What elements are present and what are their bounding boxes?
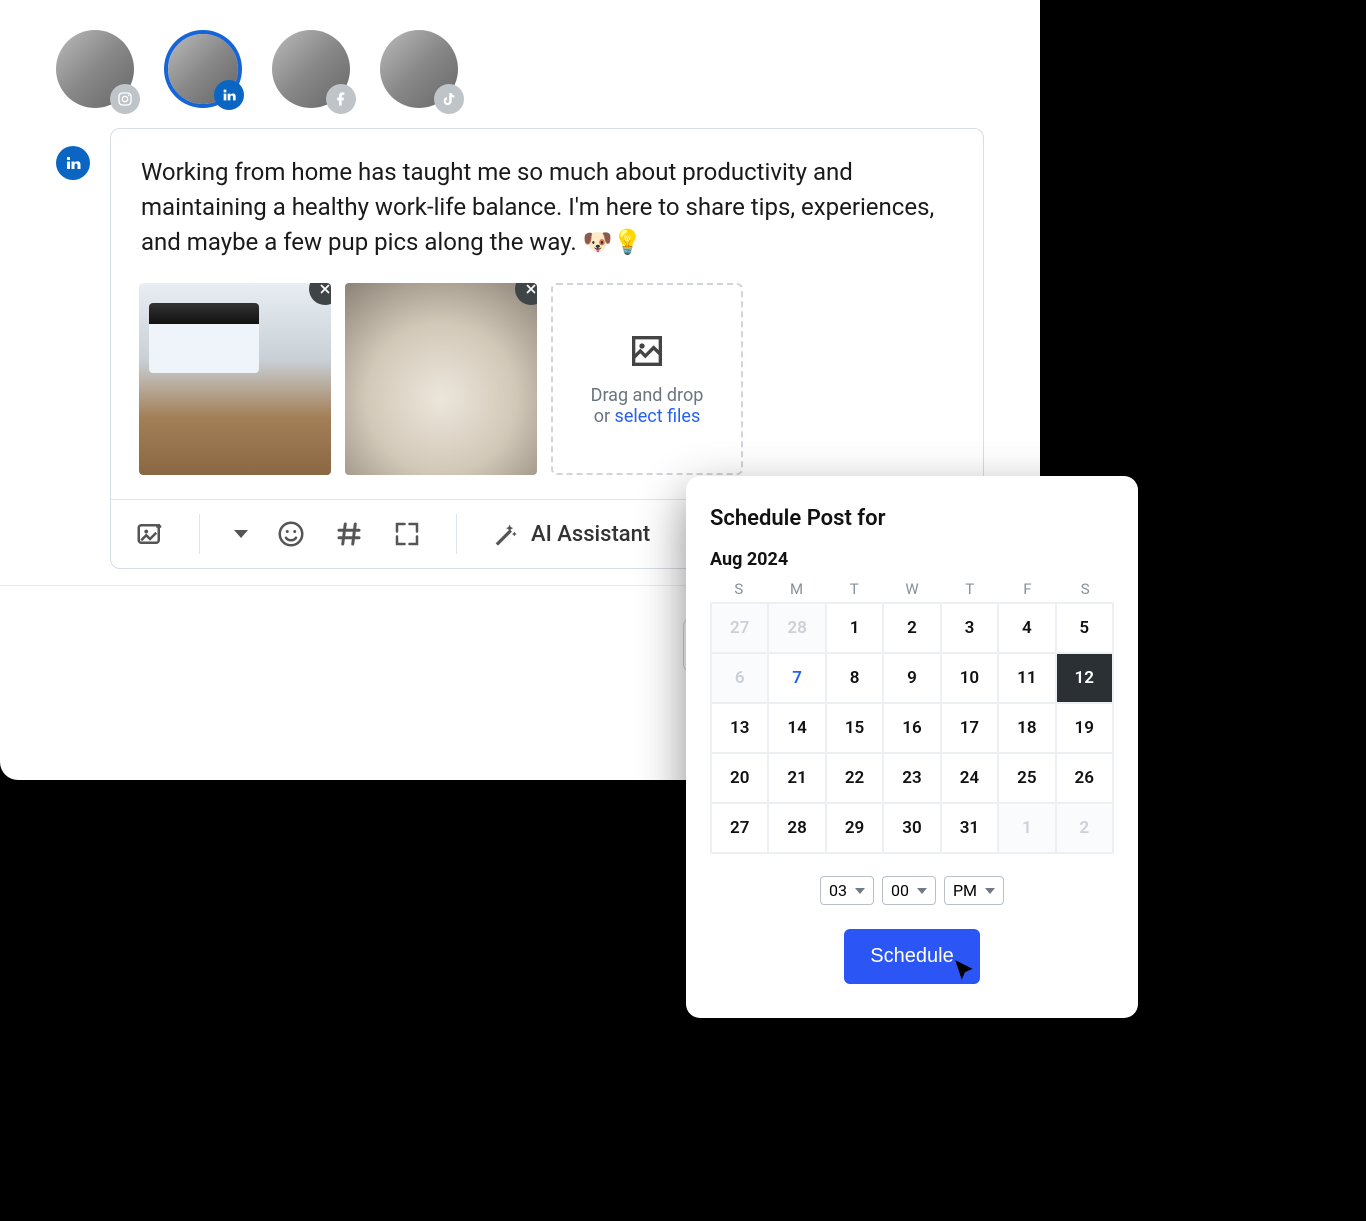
hashtag-button[interactable] <box>334 519 364 549</box>
time-picker: 03 00 PM <box>710 876 1114 905</box>
calendar-day[interactable]: 15 <box>826 703 883 753</box>
canva-button[interactable] <box>392 519 422 549</box>
calendar-day[interactable]: 30 <box>883 803 940 853</box>
weekday-label: S <box>1056 580 1114 598</box>
account-tiktok[interactable] <box>380 30 458 108</box>
calendar-day[interactable]: 24 <box>941 753 998 803</box>
minute-select[interactable]: 00 <box>882 876 936 905</box>
calendar-day: 28 <box>768 603 825 653</box>
chevron-down-icon <box>234 530 248 538</box>
calendar-day[interactable]: 7 <box>768 653 825 703</box>
emoji-button[interactable] <box>276 519 306 549</box>
image-icon <box>627 331 667 371</box>
ai-assistant-label: AI Assistant <box>531 522 650 547</box>
calendar-day[interactable]: 17 <box>941 703 998 753</box>
linkedin-icon <box>64 154 82 172</box>
weekday-label: W <box>883 580 941 598</box>
calendar-day[interactable]: 2 <box>883 603 940 653</box>
schedule-button[interactable]: Schedule <box>844 929 979 984</box>
calendar-day[interactable]: 16 <box>883 703 940 753</box>
calendar-day[interactable]: 9 <box>883 653 940 703</box>
hashtag-icon <box>334 519 364 549</box>
active-channel-chip <box>56 146 90 180</box>
close-icon <box>524 283 537 296</box>
post-textarea[interactable]: Working from home has taught me so much … <box>111 129 983 275</box>
calendar-day[interactable]: 21 <box>768 753 825 803</box>
divider <box>199 514 200 554</box>
hour-select[interactable]: 03 <box>820 876 874 905</box>
account-facebook[interactable] <box>272 30 350 108</box>
chevron-down-icon <box>985 888 995 894</box>
select-files-link[interactable]: select files <box>615 406 701 427</box>
linkedin-icon <box>214 80 244 110</box>
accounts-row <box>0 0 1040 128</box>
expand-icon <box>392 519 422 549</box>
calendar-day[interactable]: 8 <box>826 653 883 703</box>
divider <box>456 514 457 554</box>
calendar-day[interactable]: 26 <box>1056 753 1113 803</box>
attachment-2[interactable] <box>345 283 537 475</box>
attachments-row: Drag and drop or select files <box>111 275 983 499</box>
attachment-image <box>139 283 331 475</box>
schedule-popup: Schedule Post for Aug 2024 SMTWTFS 27281… <box>686 476 1138 1018</box>
calendar-day[interactable]: 4 <box>998 603 1055 653</box>
ai-assistant-button[interactable]: AI Assistant <box>491 520 650 548</box>
instagram-icon <box>110 84 140 114</box>
facebook-icon <box>326 84 356 114</box>
weekday-label: M <box>768 580 826 598</box>
attachment-image <box>345 283 537 475</box>
magic-wand-icon <box>491 520 519 548</box>
add-media-button[interactable] <box>135 519 165 549</box>
calendar-day[interactable]: 11 <box>998 653 1055 703</box>
calendar-day[interactable]: 10 <box>941 653 998 703</box>
calendar-day[interactable]: 5 <box>1056 603 1113 653</box>
calendar-day: 27 <box>711 603 768 653</box>
dropzone-text2: or select files <box>594 406 701 427</box>
media-dropzone[interactable]: Drag and drop or select files <box>551 283 743 475</box>
emoji-icon <box>276 519 306 549</box>
account-linkedin[interactable] <box>164 30 242 108</box>
calendar-day[interactable]: 20 <box>711 753 768 803</box>
media-type-dropdown[interactable] <box>234 530 248 538</box>
chevron-down-icon <box>917 888 927 894</box>
schedule-title: Schedule Post for <box>710 506 1114 531</box>
image-plus-icon <box>135 519 165 549</box>
tiktok-icon <box>434 84 464 114</box>
calendar-day: 6 <box>711 653 768 703</box>
chevron-down-icon <box>855 888 865 894</box>
calendar-day: 2 <box>1056 803 1113 853</box>
calendar-day[interactable]: 29 <box>826 803 883 853</box>
calendar-day[interactable]: 23 <box>883 753 940 803</box>
calendar-day[interactable]: 1 <box>826 603 883 653</box>
close-icon <box>318 283 331 296</box>
calendar-day: 1 <box>998 803 1055 853</box>
calendar-day[interactable]: 28 <box>768 803 825 853</box>
calendar-day[interactable]: 31 <box>941 803 998 853</box>
calendar-day[interactable]: 13 <box>711 703 768 753</box>
calendar-day[interactable]: 3 <box>941 603 998 653</box>
calendar-day[interactable]: 12 <box>1056 653 1113 703</box>
dropzone-text: Drag and drop <box>591 385 704 406</box>
calendar-day[interactable]: 22 <box>826 753 883 803</box>
calendar-day[interactable]: 19 <box>1056 703 1113 753</box>
calendar-day[interactable]: 14 <box>768 703 825 753</box>
calendar-month: Aug 2024 <box>710 549 1114 570</box>
account-instagram[interactable] <box>56 30 134 108</box>
weekday-label: F <box>999 580 1057 598</box>
ampm-select[interactable]: PM <box>944 876 1004 905</box>
weekday-label: T <box>825 580 883 598</box>
calendar-grid: 2728123456789101112131415161718192021222… <box>710 602 1114 854</box>
calendar-weekdays: SMTWTFS <box>710 580 1114 598</box>
calendar-day[interactable]: 18 <box>998 703 1055 753</box>
attachment-1[interactable] <box>139 283 331 475</box>
weekday-label: T <box>941 580 999 598</box>
calendar-day[interactable]: 25 <box>998 753 1055 803</box>
weekday-label: S <box>710 580 768 598</box>
calendar-day[interactable]: 27 <box>711 803 768 853</box>
